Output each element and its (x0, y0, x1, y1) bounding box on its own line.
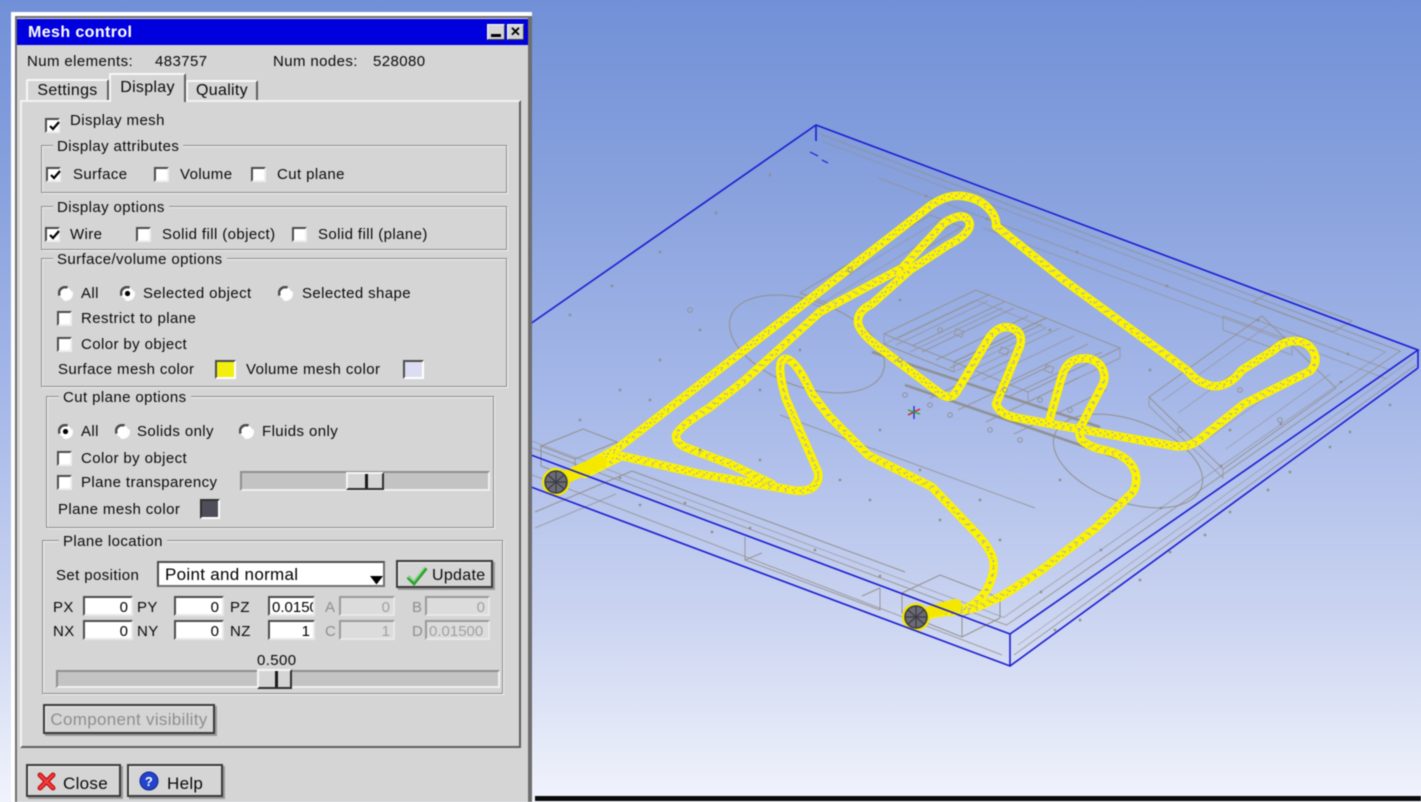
svg-text:?: ? (145, 774, 153, 789)
